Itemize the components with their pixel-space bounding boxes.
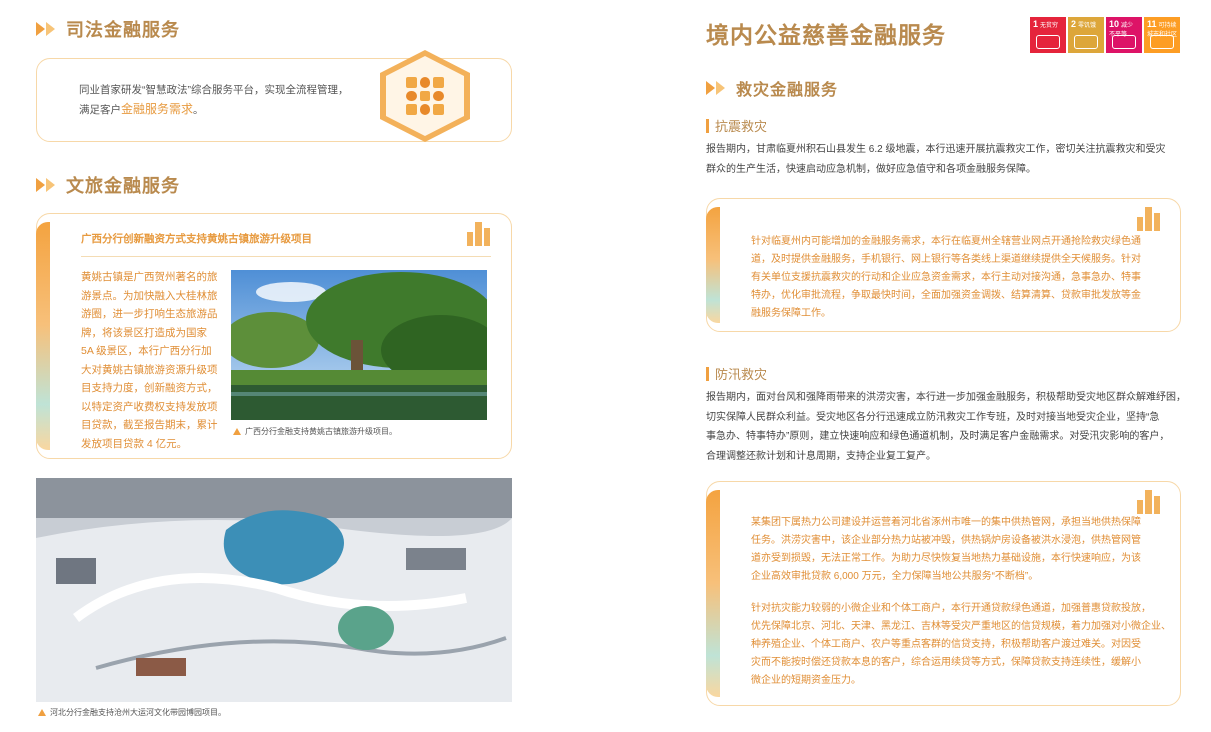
double-arrow-icon bbox=[36, 178, 56, 192]
text-line: 群众的生产生活，快速启动应急机制，做好应急值守和各项金融服务保障。 bbox=[706, 164, 1036, 175]
text-line: 5A 级景区，本行广西分行加 bbox=[81, 345, 212, 357]
subsection-earthquake: 抗震救灾 bbox=[706, 116, 767, 135]
card-accent-bar bbox=[36, 222, 50, 450]
text-line: 针对抗灾能力较弱的小微企业和个体工商户，本行开通贷款绿色通道，加强普惠贷款投放， bbox=[751, 603, 1151, 614]
tourism-body-text: 黄姚古镇是广西贺州著名的旅 游景点。为加快融入大桂林旅 游圈，进一步打响生态旅游品牌… bbox=[81, 268, 221, 453]
sdg-label: 零饥饿 bbox=[1078, 23, 1097, 29]
photo-caption: 广西分行金融支持黄姚古镇旅游升级项目。 bbox=[233, 426, 397, 437]
text-line: 合理调整还款计划和计息周期，支持企业复工复产。 bbox=[706, 450, 936, 462]
sdg-goal-icon bbox=[1036, 35, 1060, 49]
double-arrow-icon bbox=[36, 22, 56, 36]
buildings-icon bbox=[465, 218, 495, 246]
sdg-number: 11 bbox=[1147, 19, 1157, 29]
sdg-badge-2: 2 零饥饿 bbox=[1068, 17, 1104, 53]
text-line: 牌，将该景区打造成为国家 bbox=[81, 326, 207, 339]
flood-card-paragraph-1: 某集团下属热力公司建设并运营着河北省涿州市唯一的集中供热管网，承担当地供热保障任… bbox=[751, 514, 1171, 586]
section-header-tourism: 文旅金融服务 bbox=[36, 172, 180, 198]
earthquake-intro: 报告期内，甘肃临夏州积石山县发生 6.2 级地震，本行迅速开展抗震救灾工作，密切… bbox=[706, 140, 1201, 180]
text-line: 针对临夏州内可能增加的金融服务需求，本行在临夏州全辖营业网点开通抢险救灾绿色通 bbox=[751, 236, 1141, 247]
text-line: 企业高效审批贷款 6,000 万元，全力保障当地公共服务“不断档”。 bbox=[751, 571, 1039, 582]
buildings-icon bbox=[1135, 486, 1165, 514]
sdg-goal-icon bbox=[1112, 35, 1136, 49]
text-line: 游圈，进一步打响生态旅游品 bbox=[81, 308, 218, 320]
text-line: 种养殖企业、个体工商户、农户等重点客群的信贷支持，积极帮助客户渡过难关。对因受 bbox=[751, 639, 1141, 650]
judicial-text: 同业首家研发“智慧政法”综合服务平台，实现全流程管理， 满足客户金融服务需求。 bbox=[79, 84, 349, 116]
text-line: 某集团下属热力公司建设并运营着河北省涿州市唯一的集中供热管网，承担当地供热保障 bbox=[751, 517, 1141, 528]
text-line: 融服务保障工作。 bbox=[751, 308, 831, 319]
section-title: 文旅金融服务 bbox=[66, 176, 180, 196]
right-page: 境内公益慈善金融服务 1 无贫穷 2 零饥饿 10 减少不平等 11 可持续城市和社区 救灾金… bbox=[690, 0, 1211, 732]
sdg-number: 1 bbox=[1033, 19, 1039, 29]
text-line: 以特定资产收费权支持发放项 bbox=[81, 400, 218, 413]
sdg-label: 无贫穷 bbox=[1040, 23, 1059, 29]
section-header-judicial: 司法金融服务 bbox=[36, 16, 180, 42]
double-arrow-icon bbox=[706, 81, 726, 95]
text-line: 灾而不能按时偿还贷款本息的客户，综合运用续贷等方式，保障贷款支持连续性，缓解小 bbox=[751, 657, 1141, 668]
aerial-caption: 河北分行金融支持沧州大运河文化带园博园项目。 bbox=[38, 707, 226, 718]
section-header-disaster: 救灾金融服务 bbox=[706, 76, 838, 100]
text-line: 大对黄姚古镇旅游资源升级项 bbox=[81, 363, 218, 376]
sdg-goal-icon bbox=[1150, 35, 1174, 49]
text-line: 游景点。为加快融入大桂林旅 bbox=[81, 289, 218, 302]
text-line: 黄姚古镇是广西贺州著名的旅 bbox=[81, 271, 218, 283]
text-line: 事急办、特事特办”原则，建立快速响应和绿色通道机制，及时满足客户金融需求。对受汛… bbox=[706, 431, 1170, 442]
sdg-badge-10: 10 减少不平等 bbox=[1106, 17, 1142, 53]
subsection-flood: 防汛救灾 bbox=[706, 364, 767, 383]
card-accent-bar bbox=[706, 490, 720, 697]
text-line: 微企业的短期资金压力。 bbox=[751, 675, 861, 686]
divider bbox=[81, 256, 491, 257]
card-accent-bar bbox=[706, 207, 720, 323]
flood-intro: 报告期内，面对台风和强降雨带来的洪涝灾害，本行进一步加强金融服务，积极帮助受灾地… bbox=[706, 388, 1201, 466]
text-line: 特办，优化审批流程，争取最快时间，全面加强资金调拨、结算清算、贷款审批发放等金 bbox=[751, 290, 1141, 301]
text-line: 发放项目贷款 4 亿元。 bbox=[81, 437, 188, 450]
flood-card-paragraph-2: 针对抗灾能力较弱的小微企业和个体工商户，本行开通贷款绿色通道，加强普惠贷款投放，… bbox=[751, 600, 1171, 690]
triangle-icon bbox=[233, 428, 241, 435]
triangle-icon bbox=[38, 709, 46, 716]
section-title: 司法金融服务 bbox=[66, 20, 180, 40]
text-line: 目支持力度，创新融资方式， bbox=[81, 382, 218, 394]
text-line: 道亦受到损毁，无法正常工作。为助力尽快恢复当地热力基础设施，本行快速响应，为该 bbox=[751, 553, 1141, 564]
text-line: 任务。洪涝灾害中，该企业部分热力站被冲毁，供热锅炉房设备被洪水浸泡，供热管网管 bbox=[751, 535, 1141, 546]
text-line: 切实保障人民群众利益。受灾地区各分行迅速成立防汛救灾工作专班，及时对接当地受灾企… bbox=[706, 411, 1160, 423]
sdg-goal-icon bbox=[1074, 35, 1098, 49]
text-line: 报告期内，甘肃临夏州积石山县发生 6.2 级地震，本行迅速开展抗震救灾工作，密切… bbox=[706, 144, 1166, 155]
highlight-text: 金融服务需求 bbox=[121, 102, 194, 116]
sdg-number: 2 bbox=[1071, 19, 1077, 29]
text-line: 道，及时提供金融服务，手机银行、网上银行等各类线上渠道继续提供全天候服务。针对 bbox=[751, 254, 1141, 265]
buildings-icon bbox=[1135, 203, 1165, 231]
sdg-number: 10 bbox=[1109, 19, 1120, 29]
left-page: 司法金融服务 同业首家研发“智慧政法”综合服务平台，实现全流程管理， 满足客户金… bbox=[0, 0, 540, 732]
huangyao-town-photo bbox=[231, 270, 487, 420]
page-title: 境内公益慈善金融服务 bbox=[706, 22, 946, 48]
earthquake-card-text: 针对临夏州内可能增加的金融服务需求，本行在临夏州全辖营业网点开通抢险救灾绿色通道… bbox=[751, 233, 1171, 323]
earthquake-card: 针对临夏州内可能增加的金融服务需求，本行在临夏州全辖营业网点开通抢险救灾绿色通道… bbox=[706, 198, 1181, 332]
text-line: 有关单位支援抗震救灾的行动和企业应急资金需求，本行主动对接沟通，急事急办、特事 bbox=[751, 272, 1141, 283]
text-line: 报告期内，面对台风和强降雨带来的洪涝灾害，本行进一步加强金融服务，积极帮助受灾地… bbox=[706, 392, 1186, 403]
section-title: 救灾金融服务 bbox=[736, 82, 839, 99]
flood-card: 某集团下属热力公司建设并运营着河北省涿州市唯一的集中供热管网，承担当地供热保障任… bbox=[706, 481, 1181, 706]
tourism-card-title: 广西分行创新融资方式支持黄姚古镇旅游升级项目 bbox=[81, 233, 312, 245]
text-line: 目贷款，截至报告期末，累计 bbox=[81, 419, 218, 431]
smart-justice-hexagon-icon bbox=[380, 50, 470, 142]
sdg-badge-1: 1 无贫穷 bbox=[1030, 17, 1066, 53]
canal-park-aerial-photo bbox=[36, 478, 512, 702]
text-line: 优先保障北京、河北、天津、黑龙江、吉林等受灾严重地区的信贷规模，着力加强对小微企… bbox=[751, 621, 1171, 632]
sdg-badge-11: 11 可持续城市和社区 bbox=[1144, 17, 1180, 53]
